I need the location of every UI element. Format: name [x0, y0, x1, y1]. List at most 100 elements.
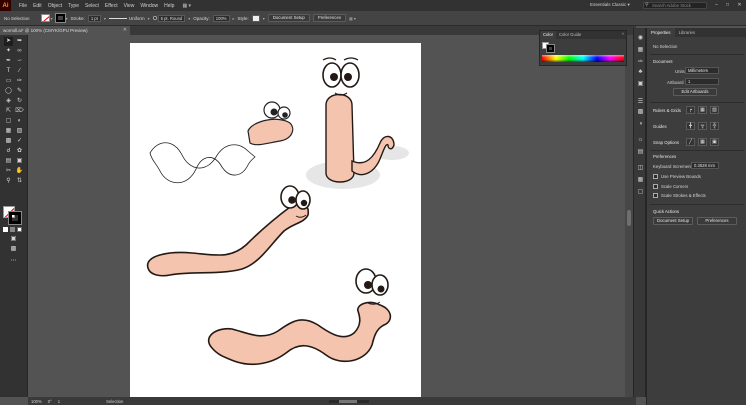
zoom-level[interactable]: 100%: [31, 399, 42, 404]
free-transform-tool-icon[interactable]: ▢: [4, 117, 13, 126]
menu-type[interactable]: Type: [68, 3, 79, 9]
horizontal-scrollbar[interactable]: [329, 399, 370, 403]
curvature-tool-icon[interactable]: ∽: [15, 57, 24, 66]
stroke-weight-field[interactable]: 1 pt: [87, 14, 101, 22]
quick-document-setup-button[interactable]: Document Setup: [653, 217, 693, 225]
zoom-tool-icon[interactable]: ⚲: [4, 177, 13, 186]
current-tool-status[interactable]: Selection: [106, 399, 123, 404]
rotation-angle[interactable]: 0°: [48, 399, 52, 404]
opacity-field[interactable]: 100%: [212, 14, 230, 22]
brush-select[interactable]: 5 pt. Round: [157, 14, 186, 22]
column-graph-tool-icon[interactable]: ▤: [4, 157, 13, 166]
tab-libraries[interactable]: Libraries: [675, 28, 699, 37]
menu-help[interactable]: Help: [164, 3, 174, 9]
swatches-icon[interactable]: ▦: [636, 46, 645, 54]
color-mode-icon[interactable]: [3, 227, 8, 232]
quick-preferences-button[interactable]: Preferences: [697, 217, 737, 225]
menu-window[interactable]: Window: [140, 3, 158, 9]
menu-effect[interactable]: Effect: [105, 3, 118, 9]
snap-to-grid-icon[interactable]: ▦: [698, 138, 707, 146]
artboard-navigator[interactable]: 1: [58, 399, 60, 404]
pen-tool-icon[interactable]: ✒: [4, 57, 13, 66]
document-tab[interactable]: wormill.ai* @ 100% (CMYK/GPU Preview) ✕: [0, 26, 130, 35]
symbol-sprayer-tool-icon[interactable]: ✿: [15, 147, 24, 156]
line-tool-icon[interactable]: ∕: [15, 67, 24, 76]
close-window-button[interactable]: ✕: [735, 1, 744, 10]
collapse-panel-icon[interactable]: »: [621, 31, 624, 36]
keyboard-increment-field[interactable]: 0.3528 mm: [691, 162, 719, 169]
artboard-select[interactable]: 1: [685, 78, 719, 85]
edit-artboards-button[interactable]: Edit Artboards: [673, 88, 717, 96]
rectangle-tool-icon[interactable]: ▭: [4, 77, 13, 86]
libraries-icon[interactable]: ▦: [636, 176, 645, 184]
scale-strokes-checkbox[interactable]: [653, 193, 658, 198]
worm-outline-sketch[interactable]: [149, 101, 294, 184]
maximize-button[interactable]: □: [723, 1, 732, 10]
smart-guides-icon[interactable]: ╬: [710, 122, 719, 130]
transparency-icon[interactable]: ◑: [636, 120, 645, 128]
chevron-down-icon[interactable]: ▾: [148, 16, 150, 21]
artboard[interactable]: [130, 43, 421, 397]
search-stock-input[interactable]: ⚲ Search Adobe Stock: [643, 2, 707, 9]
fill-swatch[interactable]: [40, 14, 50, 22]
pixel-grid-icon[interactable]: ▧: [710, 106, 719, 114]
worm-standing[interactable]: [306, 57, 409, 189]
scrollbar-thumb[interactable]: [627, 210, 631, 226]
color-spectrum[interactable]: [542, 55, 624, 62]
panel-stroke-swatch[interactable]: [546, 44, 555, 53]
graphic-styles-icon[interactable]: ▣: [636, 80, 645, 88]
chevron-right-icon[interactable]: ▸: [233, 16, 235, 21]
chevron-down-icon[interactable]: ▾: [51, 16, 53, 21]
type-tool-icon[interactable]: T: [4, 67, 13, 76]
grid-arrange-icon[interactable]: ▦ ▾: [182, 3, 191, 9]
units-select[interactable]: Millimeters: [685, 67, 719, 74]
scrollbar-thumb[interactable]: [339, 399, 358, 403]
scale-corners-checkbox[interactable]: [653, 184, 658, 189]
none-mode-icon[interactable]: [17, 227, 22, 232]
tab-properties[interactable]: Properties: [647, 28, 675, 37]
scale-tool-icon[interactable]: ⇱: [4, 107, 13, 116]
snap-to-point-icon[interactable]: ╱: [686, 138, 695, 146]
menu-edit[interactable]: Edit: [33, 3, 42, 9]
worm-bottom[interactable]: [207, 268, 392, 366]
stroke-label[interactable]: Stroke:: [71, 16, 85, 21]
panel-fill-stroke[interactable]: [542, 42, 558, 53]
artboards-icon[interactable]: ▢: [636, 188, 645, 196]
stroke-panel-icon[interactable]: ☰: [636, 98, 645, 106]
use-preview-bounds-checkbox[interactable]: [653, 174, 658, 179]
rulers-icon[interactable]: ┍: [686, 106, 695, 114]
direct-selection-tool-icon[interactable]: ➥: [15, 37, 24, 46]
slice-tool-icon[interactable]: ✂: [4, 167, 13, 176]
paintbrush-tool-icon[interactable]: ✑: [15, 77, 24, 86]
gradient-panel-icon[interactable]: ▩: [636, 108, 645, 116]
swap-fill-stroke-icon[interactable]: ⇅: [15, 177, 24, 186]
show-guides-icon[interactable]: ╋: [686, 122, 695, 130]
eyedropper-tool-icon[interactable]: ✓: [15, 137, 24, 146]
appearance-icon[interactable]: ☼: [636, 136, 645, 144]
menu-file[interactable]: File: [19, 3, 27, 9]
symbols-icon[interactable]: ♣: [636, 68, 645, 76]
layers-icon[interactable]: ◫: [636, 164, 645, 172]
artboard-tool-icon[interactable]: ▣: [15, 157, 24, 166]
blend-tool-icon[interactable]: ☌: [4, 147, 13, 156]
chevron-down-icon[interactable]: ▾: [66, 16, 68, 21]
chevron-down-icon[interactable]: ▾: [188, 16, 190, 21]
screen-mode-icon[interactable]: ▩: [9, 245, 18, 254]
magic-wand-tool-icon[interactable]: ✦: [4, 47, 13, 56]
menu-object[interactable]: Object: [48, 3, 62, 9]
menu-select[interactable]: Select: [85, 3, 99, 9]
lasso-tool-icon[interactable]: ∞: [15, 47, 24, 56]
stroke-color-swatch[interactable]: [8, 211, 22, 225]
draw-mode-icon[interactable]: ▣: [9, 235, 18, 244]
lock-guides-icon[interactable]: ╦: [698, 122, 707, 130]
pencil-tool-icon[interactable]: ✎: [15, 87, 24, 96]
color-panel-icon[interactable]: ◉: [636, 34, 645, 42]
arrange-docs-icon[interactable]: ▦ ▾: [349, 16, 356, 21]
menu-view[interactable]: View: [124, 3, 135, 9]
align-icon[interactable]: ▤: [636, 148, 645, 156]
rotate-tool-icon[interactable]: ↻: [15, 97, 24, 106]
shape-builder-tool-icon[interactable]: ◐: [15, 117, 24, 126]
snap-to-pixel-icon[interactable]: ▣: [710, 138, 719, 146]
grid-icon[interactable]: ▦: [698, 106, 707, 114]
canvas-vertical-scrollbar[interactable]: [625, 35, 633, 397]
